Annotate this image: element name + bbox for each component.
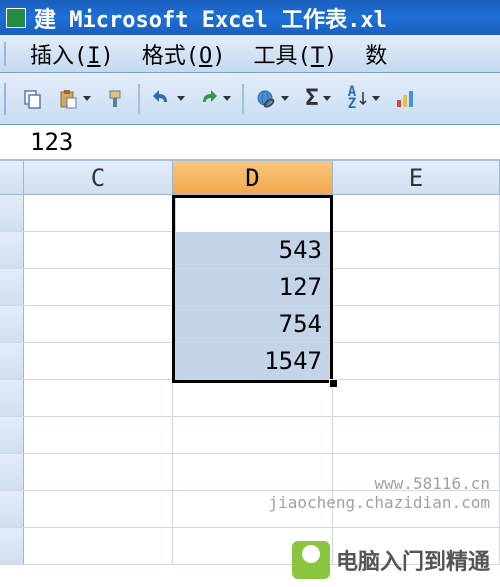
chevron-down-icon	[83, 96, 91, 101]
row-header[interactable]	[0, 380, 24, 416]
cell[interactable]	[333, 380, 500, 416]
table-row	[0, 380, 500, 417]
formula-bar[interactable]: 123	[0, 125, 500, 161]
cell[interactable]	[173, 417, 333, 453]
chevron-down-icon	[323, 96, 331, 101]
window-titlebar: 建 Microsoft Excel 工作表.xl	[0, 0, 500, 35]
row-header[interactable]	[0, 454, 24, 490]
sigma-icon: Σ	[305, 86, 318, 111]
cell[interactable]	[24, 380, 173, 416]
formula-value: 123	[30, 128, 73, 156]
cell[interactable]	[333, 269, 500, 305]
cell[interactable]: 543	[173, 232, 333, 268]
table-row: 543	[0, 232, 500, 269]
table-row: 123	[0, 195, 500, 232]
cell[interactable]	[24, 343, 173, 379]
row-header[interactable]	[0, 195, 24, 231]
separator	[138, 84, 140, 114]
chevron-down-icon	[372, 96, 380, 101]
menubar: 插入(I) 格式(O) 工具(T) 数	[0, 35, 500, 73]
cell[interactable]	[333, 306, 500, 342]
cell[interactable]	[24, 417, 173, 453]
table-row: 127	[0, 269, 500, 306]
col-header-e[interactable]: E	[333, 161, 500, 194]
cell[interactable]	[333, 343, 500, 379]
cell[interactable]: 123	[173, 195, 333, 231]
menu-format[interactable]: 格式(O)	[128, 34, 240, 74]
cell[interactable]	[333, 417, 500, 453]
hyperlink-button[interactable]	[250, 81, 294, 117]
copy-icon	[22, 88, 44, 110]
fill-handle[interactable]	[329, 379, 338, 388]
badge-icon	[292, 541, 330, 579]
autosum-button[interactable]: Σ	[296, 81, 340, 117]
table-row: 754	[0, 306, 500, 343]
menu-tools[interactable]: 工具(T)	[240, 34, 352, 74]
chevron-down-icon	[223, 96, 231, 101]
window-title: 建 Microsoft Excel 工作表.xl	[34, 2, 387, 34]
table-row: 1547	[0, 343, 500, 380]
row-header[interactable]	[0, 343, 24, 379]
sort-button[interactable]: AZ	[342, 81, 386, 117]
badge-text: 电脑入门到精通	[336, 544, 490, 576]
copy-button[interactable]	[16, 81, 50, 117]
format-painter-button[interactable]	[98, 81, 132, 117]
toolbar-handle[interactable]	[4, 42, 10, 66]
globe-link-icon	[255, 88, 277, 110]
cell[interactable]	[24, 232, 173, 268]
undo-icon	[151, 88, 173, 110]
footer-badge: 电脑入门到精通	[0, 532, 500, 587]
redo-button[interactable]	[192, 81, 236, 117]
row-header[interactable]	[0, 232, 24, 268]
sort-icon: AZ	[348, 87, 356, 109]
row-header[interactable]	[0, 417, 24, 453]
cell[interactable]	[333, 232, 500, 268]
chevron-down-icon	[177, 96, 185, 101]
menu-insert[interactable]: 插入(I)	[16, 34, 128, 74]
cell[interactable]	[24, 454, 173, 490]
table-row	[0, 417, 500, 454]
undo-button[interactable]	[146, 81, 190, 117]
toolbar: Σ AZ	[0, 73, 500, 125]
redo-icon	[197, 88, 219, 110]
watermark: www.58116.cn jiaocheng.chazidian.com	[268, 474, 490, 512]
column-headers: C D E	[0, 161, 500, 195]
col-header-c[interactable]: C	[24, 161, 173, 194]
toolbar-handle[interactable]	[4, 83, 10, 115]
paste-button[interactable]	[52, 81, 96, 117]
cell[interactable]: 1547	[173, 343, 333, 379]
select-all-corner[interactable]	[0, 161, 24, 194]
menu-data[interactable]: 数	[351, 34, 401, 74]
row-header[interactable]	[0, 269, 24, 305]
cell[interactable]	[173, 380, 333, 416]
chevron-down-icon	[281, 96, 289, 101]
cell[interactable]	[24, 306, 173, 342]
chart-wizard-button[interactable]	[388, 81, 422, 117]
paste-icon	[57, 88, 79, 110]
chart-icon	[394, 88, 416, 110]
row-header[interactable]	[0, 306, 24, 342]
row-header[interactable]	[0, 491, 24, 527]
cell[interactable]: 127	[173, 269, 333, 305]
cell[interactable]	[24, 269, 173, 305]
cell[interactable]	[24, 195, 173, 231]
cell[interactable]	[24, 491, 173, 527]
col-header-d[interactable]: D	[173, 161, 333, 194]
excel-icon	[6, 8, 26, 28]
cell[interactable]: 754	[173, 306, 333, 342]
separator	[242, 84, 244, 114]
brush-icon	[104, 88, 126, 110]
cell[interactable]	[333, 195, 500, 231]
